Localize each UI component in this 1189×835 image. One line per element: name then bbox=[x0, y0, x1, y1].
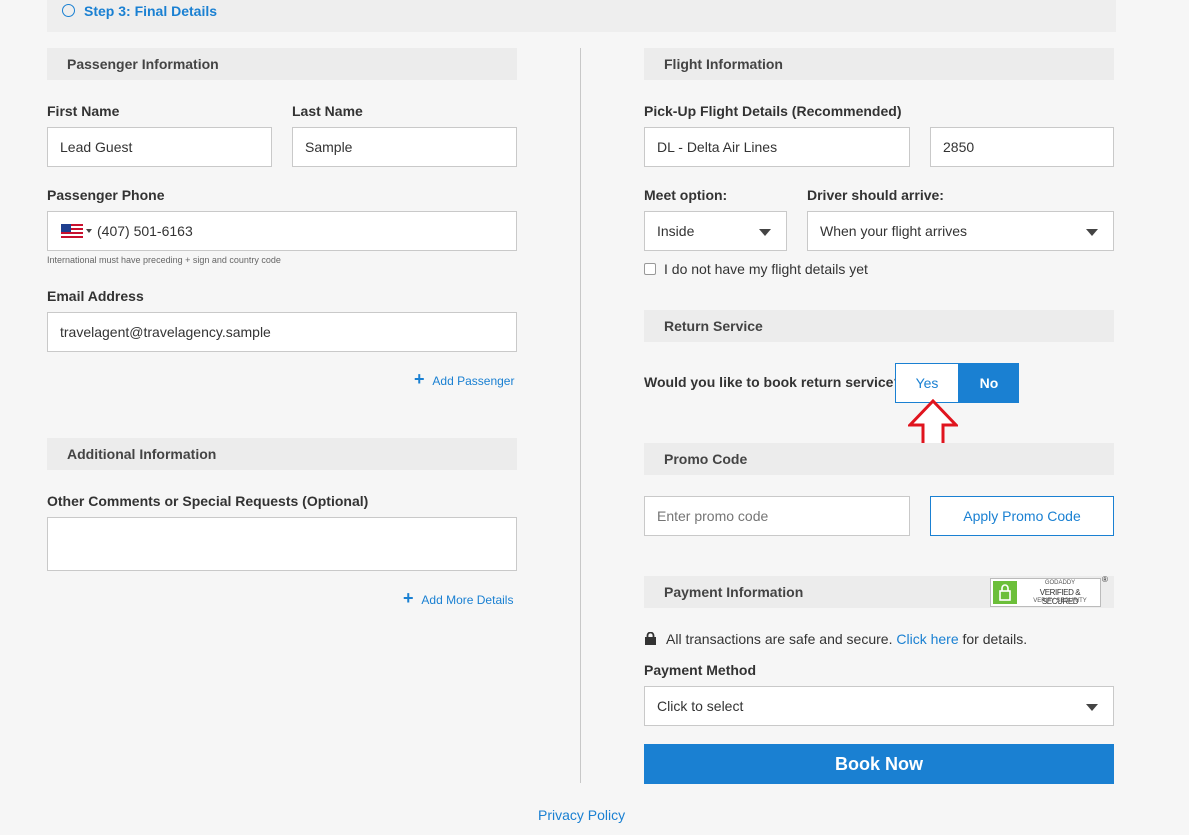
step-circle-icon bbox=[62, 4, 75, 17]
payment-method-chevron-down-icon[interactable] bbox=[1086, 704, 1098, 711]
payment-method-label: Payment Method bbox=[644, 662, 757, 678]
pickup-flight-label: Pick-Up Flight Details (Recommended) bbox=[644, 103, 902, 119]
add-passenger-link[interactable]: + Add Passenger bbox=[414, 369, 514, 390]
apply-promo-button[interactable]: Apply Promo Code bbox=[930, 496, 1114, 536]
padlock-icon bbox=[993, 581, 1017, 604]
no-flight-details-label: I do not have my flight details yet bbox=[664, 261, 868, 277]
payment-method-select[interactable]: Click to select bbox=[644, 686, 1114, 726]
secure-text-after: for details. bbox=[962, 631, 1028, 647]
first-name-label: First Name bbox=[47, 103, 120, 119]
last-name-input[interactable]: Sample bbox=[292, 127, 517, 167]
flight-section-header: Flight Information bbox=[644, 48, 1114, 80]
email-input[interactable]: travelagent@travelagency.sample bbox=[47, 312, 517, 352]
phone-label: Passenger Phone bbox=[47, 187, 165, 203]
promo-code-input[interactable] bbox=[644, 496, 910, 536]
return-service-section-header: Return Service bbox=[644, 310, 1114, 342]
last-name-label: Last Name bbox=[292, 103, 363, 119]
column-divider bbox=[580, 48, 581, 783]
godaddy-verified-badge[interactable]: GODADDY VERIFIED & SECURED VERIFY SECURI… bbox=[990, 578, 1101, 607]
secure-text-before: All transactions are safe and secure. bbox=[666, 631, 893, 647]
us-flag-icon[interactable] bbox=[61, 224, 83, 238]
book-now-button[interactable]: Book Now bbox=[644, 744, 1114, 784]
privacy-policy-link[interactable]: Privacy Policy bbox=[538, 807, 625, 823]
secure-details-link[interactable]: Click here bbox=[896, 631, 958, 647]
driver-arrive-value: When your flight arrives bbox=[820, 223, 968, 239]
no-flight-details-checkbox[interactable] bbox=[644, 263, 656, 275]
plus-icon: + bbox=[414, 369, 425, 389]
badge-sub-text: VERIFY SECURITY bbox=[1033, 598, 1087, 604]
registered-mark-icon: ® bbox=[1102, 575, 1108, 584]
comments-label: Other Comments or Special Requests (Opti… bbox=[47, 493, 369, 509]
step-title: Step 3: Final Details bbox=[84, 3, 218, 19]
badge-top-text: GODADDY bbox=[1044, 580, 1076, 586]
add-passenger-label: Add Passenger bbox=[432, 374, 515, 388]
add-more-details-label: Add More Details bbox=[421, 593, 514, 607]
return-service-question: Would you like to book return service? bbox=[644, 374, 903, 390]
phone-input[interactable]: (407) 501-6163 bbox=[47, 211, 517, 251]
driver-arrive-chevron-down-icon[interactable] bbox=[1086, 229, 1098, 236]
secure-notice: All transactions are safe and secure. Cl… bbox=[666, 631, 1027, 647]
email-label: Email Address bbox=[47, 288, 144, 304]
return-no-button[interactable]: No bbox=[959, 363, 1019, 403]
meet-option-label: Meet option: bbox=[644, 187, 728, 203]
driver-arrive-label: Driver should arrive: bbox=[807, 187, 944, 203]
first-name-input[interactable]: Lead Guest bbox=[47, 127, 272, 167]
flight-number-input[interactable]: 2850 bbox=[930, 127, 1114, 167]
meet-option-value: Inside bbox=[657, 223, 695, 239]
additional-section-header: Additional Information bbox=[47, 438, 517, 470]
airline-input[interactable]: DL - Delta Air Lines bbox=[644, 127, 910, 167]
comments-textarea[interactable] bbox=[47, 517, 517, 571]
return-yes-button[interactable]: Yes bbox=[895, 363, 959, 403]
driver-arrive-select[interactable]: When your flight arrives bbox=[807, 211, 1114, 251]
phone-hint: International must have preceding + sign… bbox=[47, 255, 281, 265]
payment-method-value: Click to select bbox=[657, 698, 744, 714]
flag-dropdown-caret-icon[interactable] bbox=[86, 229, 92, 233]
passenger-section-header: Passenger Information bbox=[47, 48, 517, 80]
add-more-details-link[interactable]: + Add More Details bbox=[403, 588, 513, 609]
promo-section-header: Promo Code bbox=[644, 443, 1114, 475]
lock-icon bbox=[645, 632, 656, 645]
plus-icon: + bbox=[403, 588, 414, 608]
meet-option-chevron-down-icon[interactable] bbox=[759, 229, 771, 236]
